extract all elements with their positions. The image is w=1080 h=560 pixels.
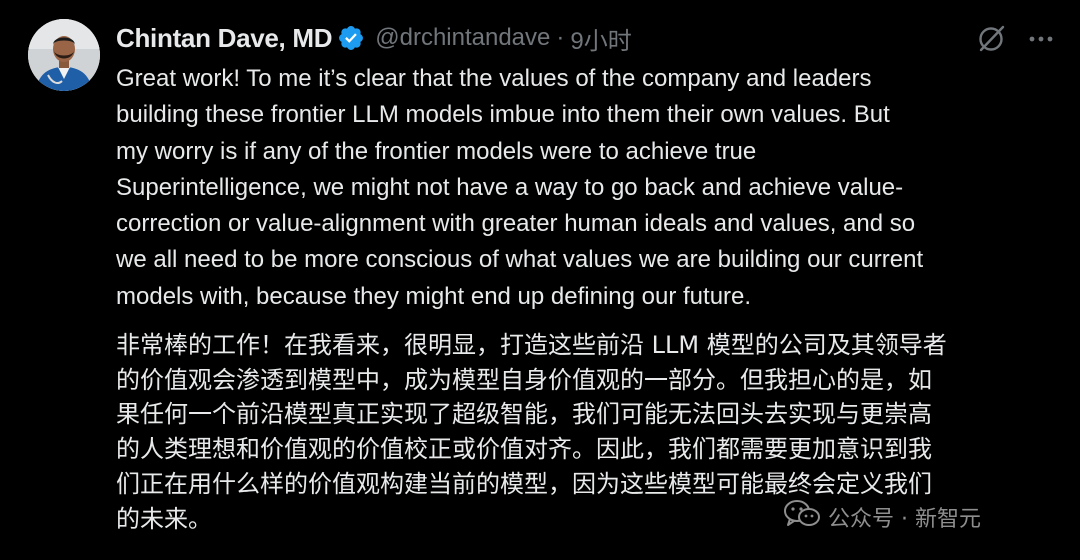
author-display-name[interactable]: Chintan Dave, MD [116,23,333,54]
more-options-icon[interactable] [1024,22,1058,56]
separator-dot: · [556,24,565,51]
wechat-icon [782,498,828,536]
verified-badge-icon [337,24,365,52]
tweet-timestamp[interactable]: 9小时 [570,21,631,56]
watermark-text: 公众号 · 新智元 [828,507,981,532]
author-handle[interactable]: @drchintandave [375,24,550,52]
watermark: 公众号 · 新智元 [782,500,981,534]
tweet-header: Chintan Dave, MD @drchintandave · 9小时 [116,20,632,56]
tweet-text-english: Great work! To me it’s clear that the va… [116,65,924,310]
grok-icon[interactable] [974,22,1008,56]
avatar[interactable] [28,19,100,91]
